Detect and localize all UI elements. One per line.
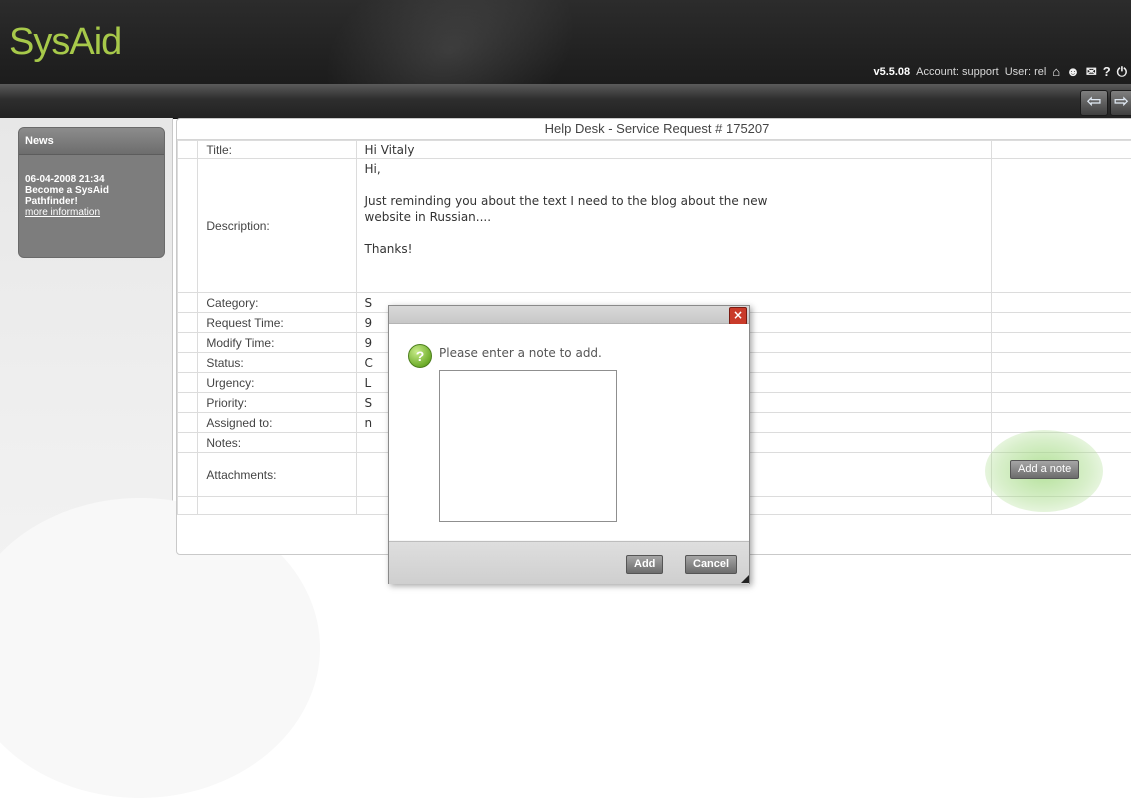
row-label: Description: (198, 159, 356, 293)
account-label: Account: support (916, 62, 999, 82)
row-value: Hi, Just reminding you about the text I … (356, 159, 992, 293)
row-gutter (178, 373, 198, 393)
app-header: SysAid v5.5.08 Account: support User: re… (0, 0, 1131, 84)
row-label: Request Time: (198, 313, 356, 333)
row-label (198, 497, 356, 515)
account-info-bar: v5.5.08 Account: support User: rel ⌂ ☻ ✉… (873, 62, 1127, 82)
user-label: User: rel (1005, 62, 1047, 82)
dialog-titlebar[interactable]: × (389, 306, 749, 324)
sidebar: News 06-04-2008 21:34 Become a SysAid Pa… (0, 118, 173, 633)
row-gutter (178, 141, 198, 159)
row-gutter (178, 313, 198, 333)
description-text: Hi, Just reminding you about the text I … (365, 159, 984, 257)
row-label: Status: (198, 353, 356, 373)
close-icon[interactable]: × (729, 307, 747, 325)
row-actions (992, 141, 1131, 159)
question-icon: ? (408, 344, 432, 368)
back-arrow-icon[interactable]: ⇦ (1080, 90, 1108, 116)
table-row: Title:Hi Vitaly (178, 141, 1131, 159)
news-headline-2: Pathfinder! (25, 196, 158, 207)
home-icon[interactable]: ⌂ (1052, 62, 1060, 82)
table-row: Description:Hi, Just reminding you about… (178, 159, 1131, 293)
news-panel: News 06-04-2008 21:34 Become a SysAid Pa… (18, 127, 165, 258)
version-label: v5.5.08 (873, 62, 910, 82)
news-title: News (19, 128, 164, 155)
mail-icon[interactable]: ✉ (1086, 62, 1097, 82)
row-label: Assigned to: (198, 413, 356, 433)
forward-arrow-icon[interactable]: ⇨ (1110, 90, 1131, 116)
row-gutter (178, 293, 198, 313)
add-note-dialog: × ? Please enter a note to add. Add Canc… (388, 305, 750, 584)
row-label: Priority: (198, 393, 356, 413)
header-sheen (297, 0, 603, 84)
row-actions (992, 313, 1131, 333)
cancel-button[interactable]: Cancel (685, 555, 737, 574)
row-gutter (178, 393, 198, 413)
power-icon[interactable]: ⏻ (1117, 62, 1127, 82)
dialog-footer: Add Cancel (389, 541, 749, 584)
row-label: Title: (198, 141, 356, 159)
sysaid-logo[interactable]: SysAid (9, 20, 121, 64)
row-label: Attachments: (198, 453, 356, 497)
row-gutter (178, 353, 198, 373)
row-label: Modify Time: (198, 333, 356, 353)
news-body: 06-04-2008 21:34 Become a SysAid Pathfin… (19, 155, 164, 218)
user-icon[interactable]: ☻ (1066, 62, 1080, 82)
row-label: Urgency: (198, 373, 356, 393)
row-actions (992, 413, 1131, 433)
row-actions (992, 333, 1131, 353)
row-gutter (178, 453, 198, 497)
news-headline-1: Become a SysAid (25, 185, 158, 196)
help-icon[interactable]: ? (1103, 62, 1111, 82)
row-actions (992, 353, 1131, 373)
row-actions (992, 293, 1131, 313)
news-date: 06-04-2008 21:34 (25, 174, 158, 185)
row-value: Hi Vitaly (356, 141, 992, 159)
note-textarea[interactable] (439, 370, 617, 522)
nav-bar: ⇦ ⇨ (0, 84, 1131, 119)
resize-grip-icon[interactable] (741, 575, 749, 583)
row-gutter (178, 159, 198, 293)
row-gutter (178, 413, 198, 433)
row-gutter (178, 333, 198, 353)
news-more-link[interactable]: more information (25, 207, 100, 218)
row-gutter (178, 497, 198, 515)
add-button[interactable]: Add (626, 555, 663, 574)
row-actions (992, 159, 1131, 293)
row-label: Category: (198, 293, 356, 313)
dialog-prompt: Please enter a note to add. (439, 346, 602, 360)
add-note-button[interactable]: Add a note (1010, 460, 1079, 479)
row-actions (992, 393, 1131, 413)
row-gutter (178, 433, 198, 453)
row-label: Notes: (198, 433, 356, 453)
panel-title: Help Desk - Service Request # 175207 (177, 119, 1131, 140)
row-actions (992, 373, 1131, 393)
dialog-body: ? Please enter a note to add. (389, 324, 749, 540)
